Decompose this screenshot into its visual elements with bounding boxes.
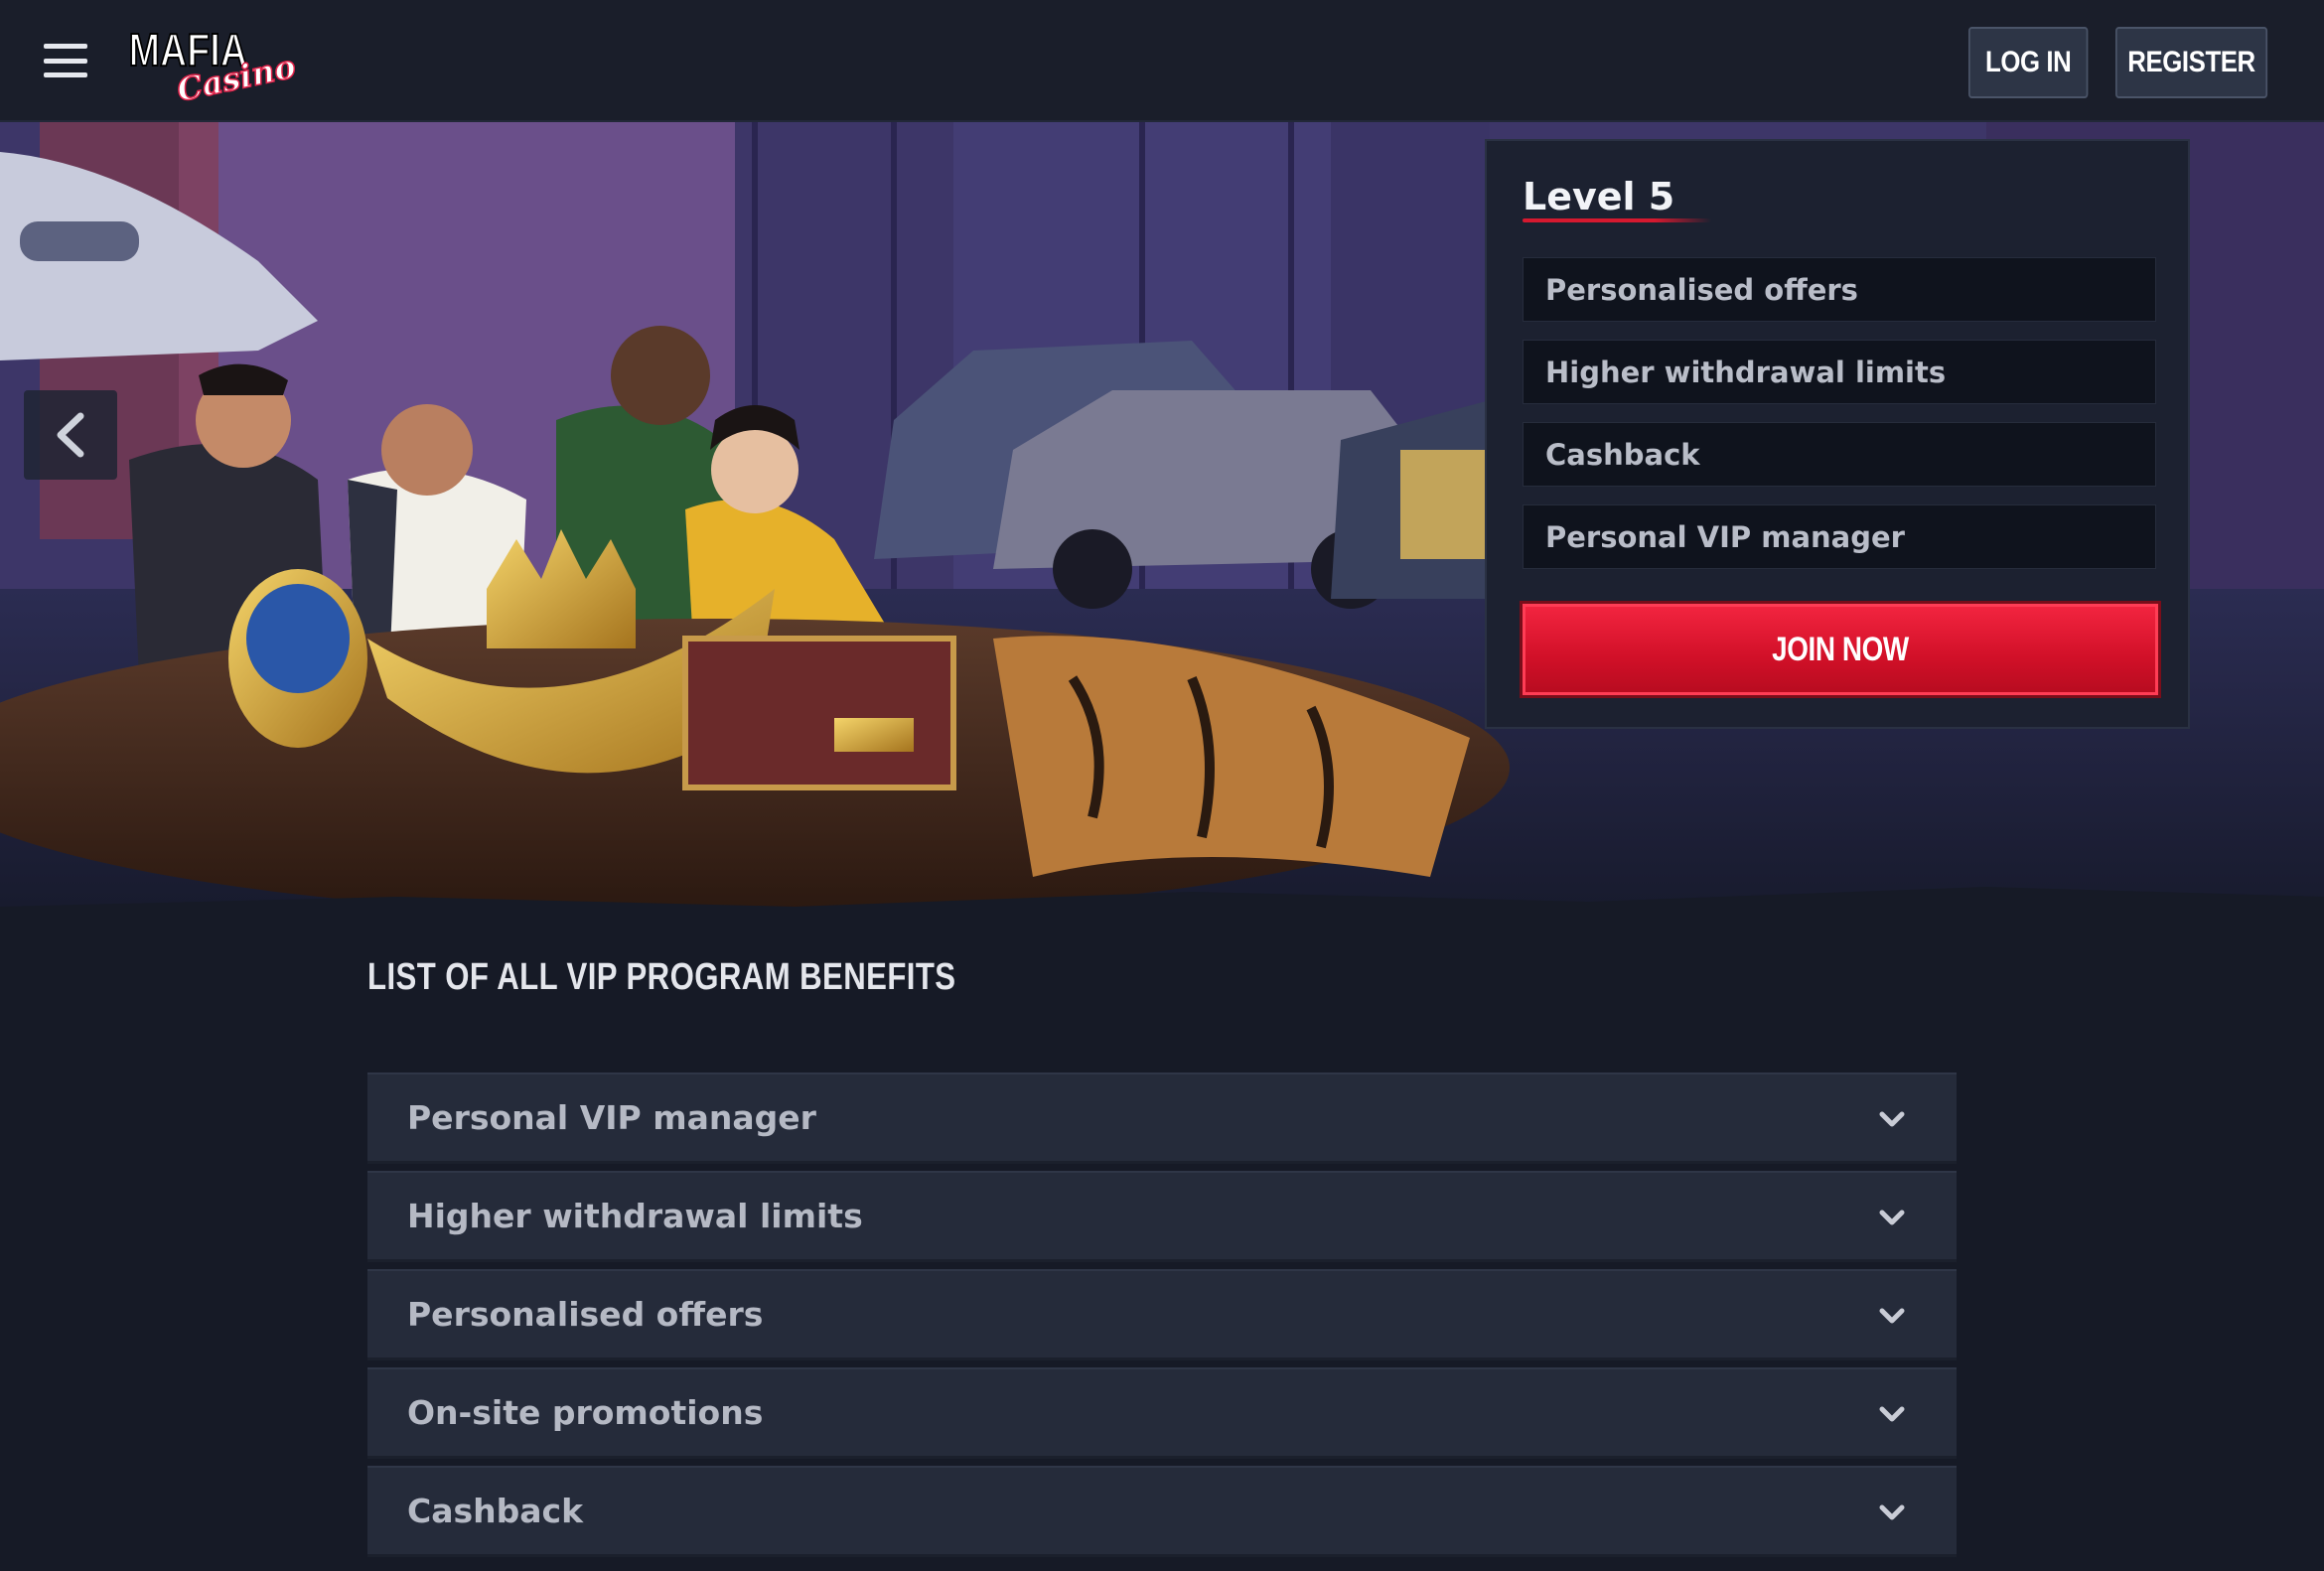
login-button[interactable]: LOG IN xyxy=(1968,27,2089,98)
benefit-accordion-item[interactable]: On-site promotions xyxy=(367,1367,1957,1459)
join-now-button[interactable]: JOIN NOW xyxy=(1523,604,2158,695)
benefit-label: On-site promotions xyxy=(407,1393,764,1432)
level-title-underline xyxy=(1523,218,1711,222)
benefits-section-title: LIST OF ALL VIP PROGRAM BENEFITS xyxy=(367,956,956,998)
chevron-down-icon xyxy=(1879,1111,1905,1127)
perk-item: Higher withdrawal limits xyxy=(1523,340,2156,404)
carousel-prev-button[interactable] xyxy=(24,390,117,480)
chevron-down-icon xyxy=(1879,1504,1905,1520)
chevron-down-icon xyxy=(1879,1210,1905,1225)
benefit-label: Personalised offers xyxy=(407,1295,764,1334)
site-header: MAFIA Casino LOG IN REGISTER xyxy=(0,0,2324,122)
benefit-label: Higher withdrawal limits xyxy=(407,1197,863,1235)
register-button[interactable]: REGISTER xyxy=(2115,27,2268,98)
vip-level-panel: Level 5 Personalised offers Higher withd… xyxy=(1485,139,2190,729)
perk-item: Personalised offers xyxy=(1523,257,2156,322)
chevron-down-icon xyxy=(1879,1406,1905,1422)
level-title: Level 5 xyxy=(1523,175,1675,218)
benefit-label: Personal VIP manager xyxy=(407,1098,816,1137)
chevron-left-icon xyxy=(57,412,84,458)
benefit-accordion-item[interactable]: Personalised offers xyxy=(367,1269,1957,1360)
mafia-casino-logo[interactable]: MAFIA Casino xyxy=(127,22,300,110)
benefit-accordion-item[interactable]: Cashback xyxy=(367,1466,1957,1557)
benefit-label: Cashback xyxy=(407,1492,584,1530)
chevron-down-icon xyxy=(1879,1308,1905,1324)
benefit-accordion-item[interactable]: Personal VIP manager xyxy=(367,1072,1957,1164)
perk-item: Personal VIP manager xyxy=(1523,504,2156,569)
perk-item: Cashback xyxy=(1523,422,2156,487)
join-now-label: JOIN NOW xyxy=(1772,630,1909,668)
benefit-accordion-item[interactable]: Higher withdrawal limits xyxy=(367,1171,1957,1262)
hamburger-menu-icon[interactable] xyxy=(44,44,87,77)
